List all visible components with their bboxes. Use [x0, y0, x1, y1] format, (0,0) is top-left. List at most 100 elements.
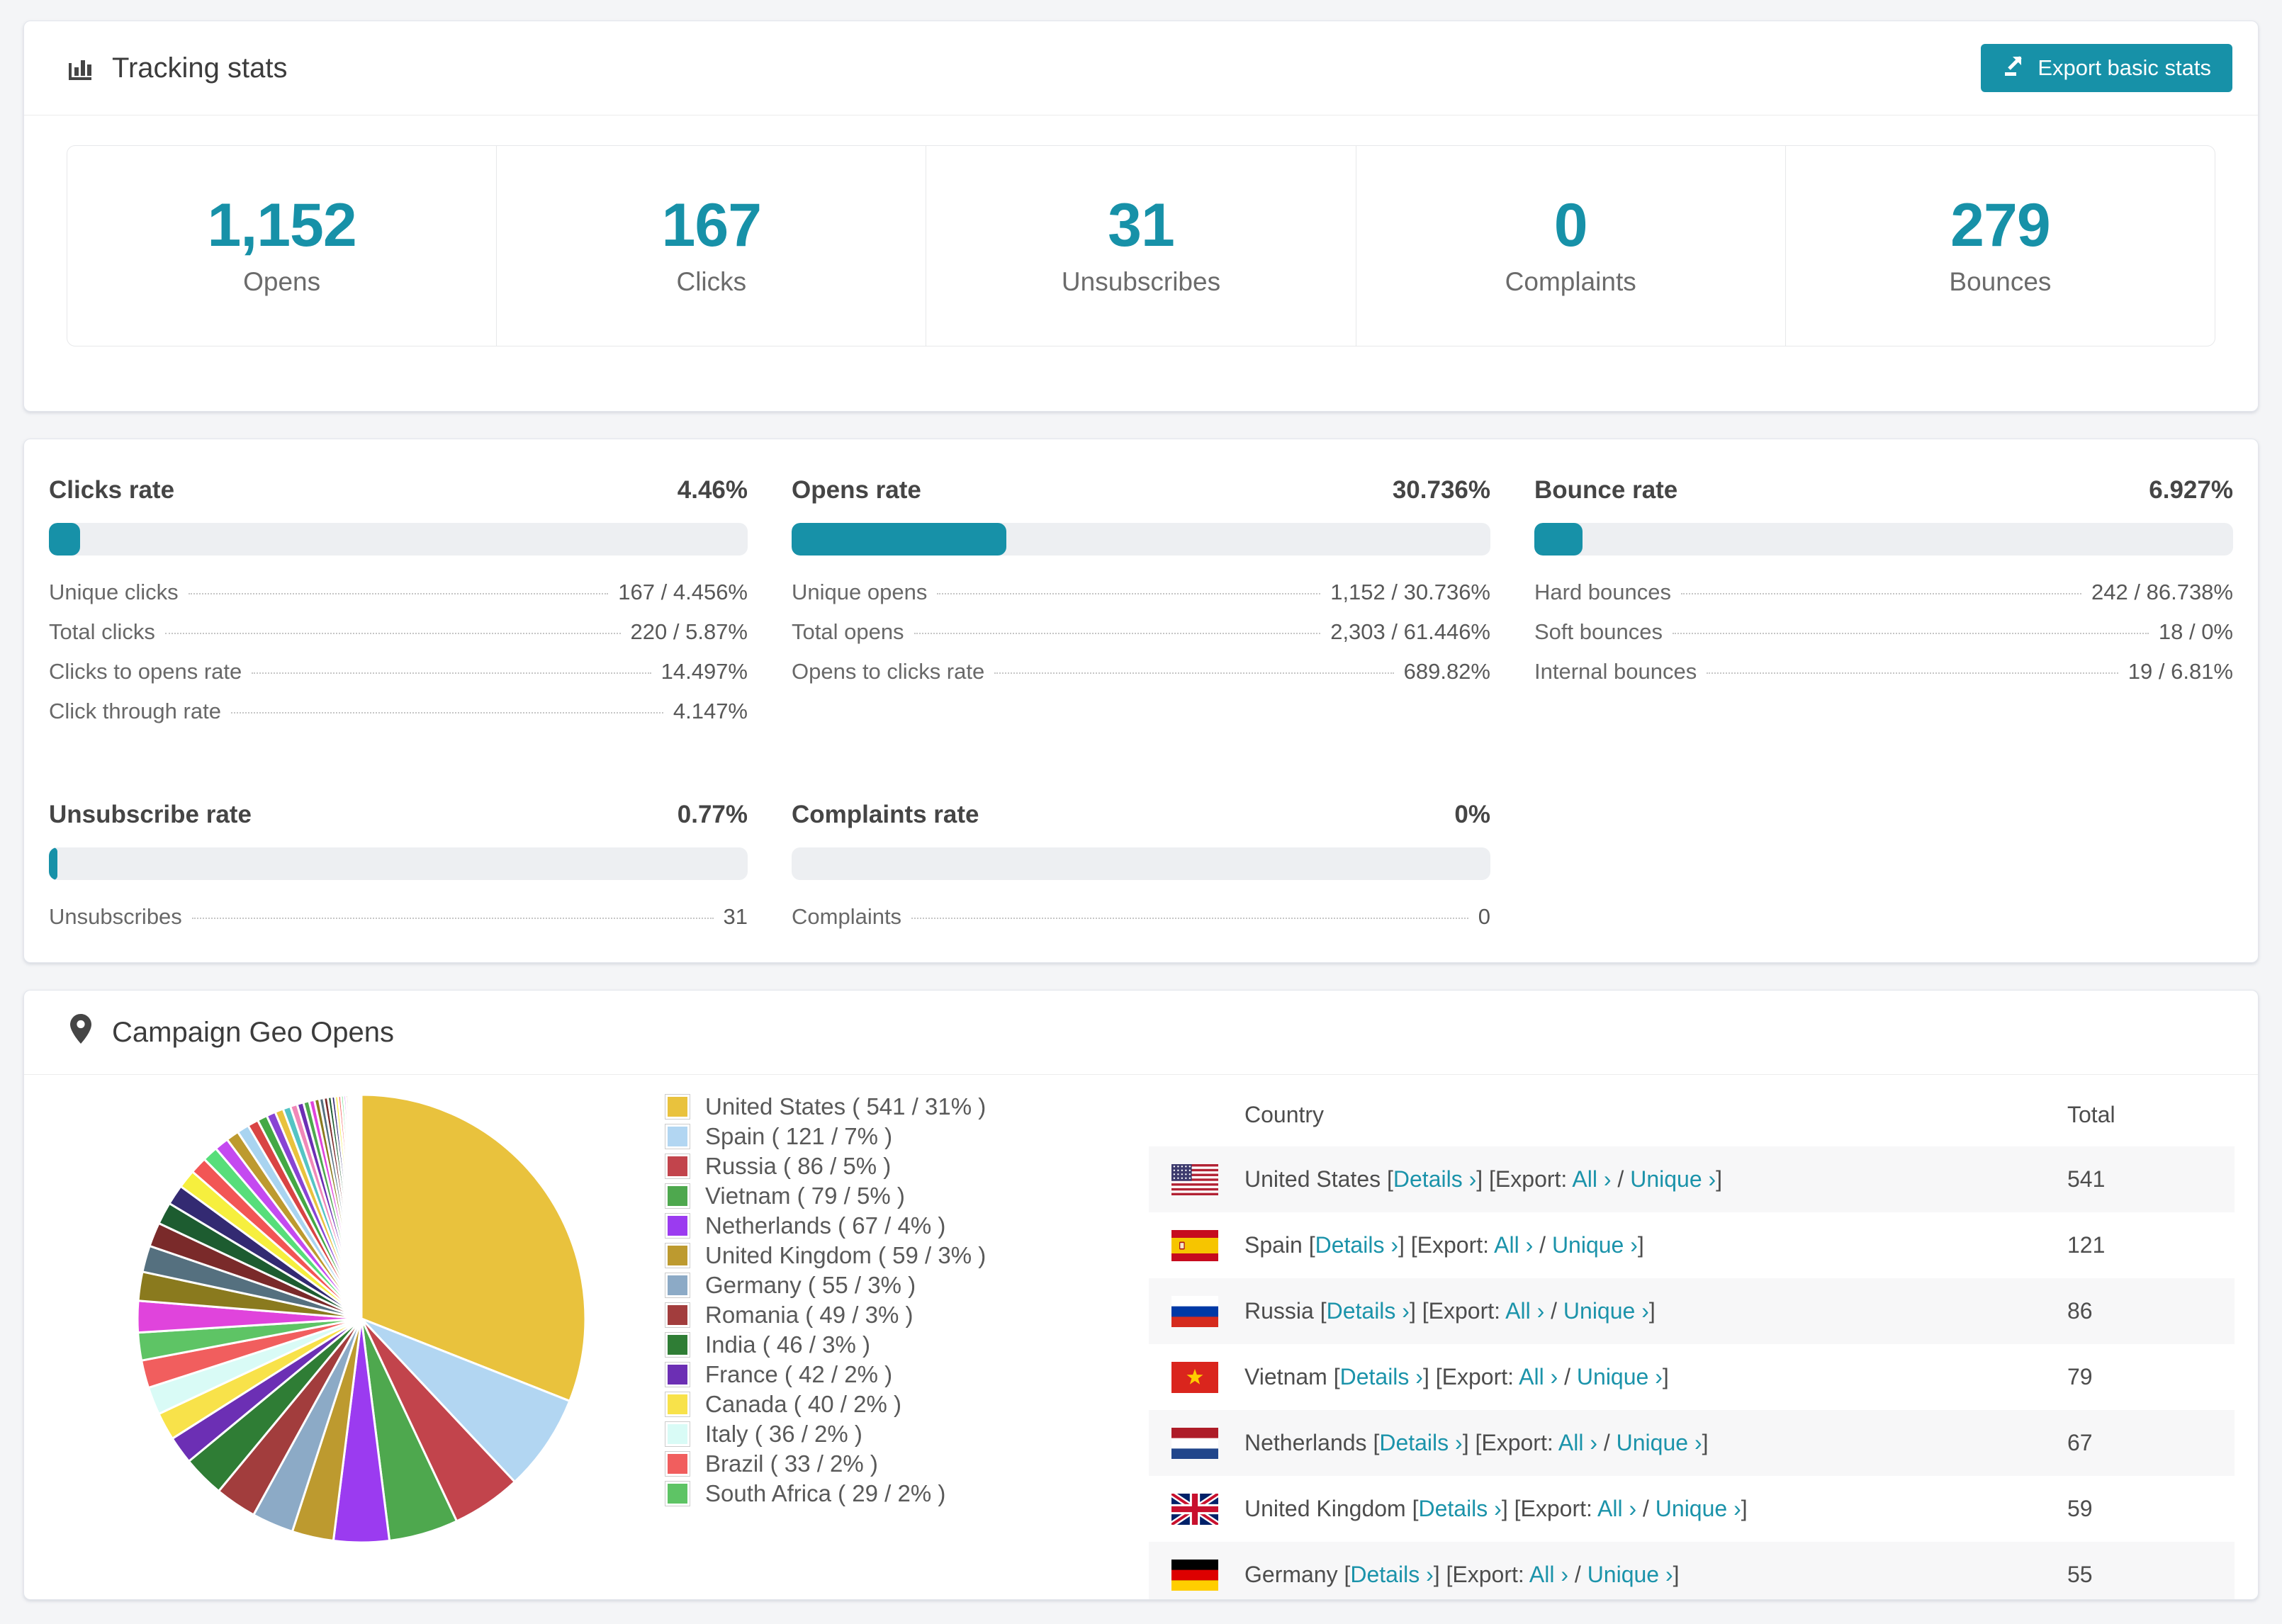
export-all-link[interactable]: All › [1505, 1298, 1544, 1324]
legend-item-india[interactable]: India ( 46 / 3% ) [665, 1330, 986, 1360]
legend-item-brazil[interactable]: Brazil ( 33 / 2% ) [665, 1449, 986, 1479]
export-unique-link[interactable]: Unique › [1577, 1364, 1663, 1389]
legend-item-united-states[interactable]: United States ( 541 / 31% ) [665, 1092, 986, 1122]
legend-label: India ( 46 / 3% ) [705, 1331, 870, 1358]
rate-block-bounce-rate: Bounce rate 6.927% Hard bounces 242 / 86.73… [1534, 476, 2233, 738]
dotted-leader [994, 672, 1394, 674]
legend-swatch [665, 1184, 690, 1208]
rates-grid: Clicks rate 4.46% Unique clicks 167 / 4.456… [24, 439, 2258, 944]
legend-item-united-kingdom[interactable]: United Kingdom ( 59 / 3% ) [665, 1241, 986, 1270]
legend-label: United States ( 541 / 31% ) [705, 1093, 987, 1120]
legend-label: United Kingdom ( 59 / 3% ) [705, 1242, 987, 1268]
details-link[interactable]: Details › [1418, 1496, 1501, 1521]
country-name: Netherlands [1244, 1430, 1373, 1455]
legend-label: Russia ( 86 / 5% ) [705, 1153, 892, 1179]
geo-table-row-russia: Russia [Details ›] [Export: All › / Uniq… [1149, 1278, 2235, 1344]
es-flag-icon [1171, 1229, 1218, 1261]
rate-block-complaints-rate: Complaints rate 0% Complaints 0 [792, 801, 1490, 944]
details-link[interactable]: Details › [1393, 1166, 1476, 1192]
total-value: 55 [2067, 1562, 2093, 1587]
dotted-leader [1707, 672, 2118, 674]
country-name: United Kingdom [1244, 1496, 1412, 1521]
rate-value: 6.927% [2149, 476, 2233, 504]
dotted-leader [164, 633, 621, 634]
progress-bar-fill [49, 847, 57, 880]
export-unique-link[interactable]: Unique › [1656, 1496, 1741, 1521]
details-link[interactable]: Details › [1327, 1298, 1410, 1324]
total-value: 59 [2067, 1496, 2093, 1521]
export-all-link[interactable]: All › [1597, 1496, 1636, 1521]
export-basic-stats-button[interactable]: Export basic stats [1981, 44, 2232, 92]
stat-complaints: 0 Complaints [1356, 146, 1786, 346]
rate-detail-row: Unique opens 1,152 / 30.736% [792, 580, 1490, 604]
dotted-leader [937, 593, 1321, 594]
rate-detail-row: Internal bounces 19 / 6.81% [1534, 659, 2233, 684]
legend-label: Netherlands ( 67 / 4% ) [705, 1212, 946, 1239]
geo-header: Campaign Geo Opens [24, 991, 2258, 1075]
stat-value: 167 [661, 191, 762, 259]
stat-label: Bounces [1949, 267, 2052, 296]
stat-bounces: 279 Bounces [1786, 146, 2215, 346]
export-unique-link[interactable]: Unique › [1552, 1232, 1638, 1258]
details-link[interactable]: Details › [1340, 1364, 1423, 1389]
summary-stats-row: 1,152 Opens 167 Clicks 31 Unsubscribes 0 Compla… [67, 145, 2215, 346]
legend-item-canada[interactable]: Canada ( 40 / 2% ) [665, 1389, 986, 1419]
rate-block-clicks-rate: Clicks rate 4.46% Unique clicks 167 / 4.456… [49, 476, 748, 738]
progress-bar [1534, 523, 2233, 556]
gb-flag-icon [1171, 1493, 1218, 1525]
legend-item-romania[interactable]: Romania ( 49 / 3% ) [665, 1300, 986, 1330]
geo-table-row-netherlands: Netherlands [Details ›] [Export: All › /… [1149, 1410, 2235, 1476]
export-icon [2002, 53, 2026, 83]
export-unique-link[interactable]: Unique › [1630, 1166, 1716, 1192]
dotted-leader [191, 918, 714, 919]
geo-table-row-germany: Germany [Details ›] [Export: All › / Uni… [1149, 1542, 2235, 1599]
rate-block-unsubscribe-rate: Unsubscribe rate 0.77% Unsubscribes 31 [49, 801, 748, 944]
export-all-link[interactable]: All › [1519, 1364, 1558, 1389]
stat-label: Unsubscribes [1061, 267, 1221, 296]
legend-swatch [665, 1392, 690, 1416]
rate-title: Clicks rate [49, 476, 175, 504]
export-all-link[interactable]: All › [1529, 1562, 1568, 1587]
dotted-leader [914, 633, 1321, 634]
geo-table-row-vietnam: Vietnam [Details ›] [Export: All › / Uni… [1149, 1344, 2235, 1410]
legend-item-vietnam[interactable]: Vietnam ( 79 / 5% ) [665, 1181, 986, 1211]
export-all-link[interactable]: All › [1494, 1232, 1533, 1258]
legend-item-spain[interactable]: Spain ( 121 / 7% ) [665, 1122, 986, 1151]
geo-table-header: Country Total [1149, 1083, 2235, 1146]
legend-label: Germany ( 55 / 3% ) [705, 1272, 916, 1298]
country-name: United States [1244, 1166, 1387, 1192]
tracking-stats-card: Tracking stats Export basic stats 1,152 O… [23, 21, 2259, 412]
progress-bar [792, 847, 1490, 880]
legend-item-south-africa[interactable]: South Africa ( 29 / 2% ) [665, 1479, 986, 1509]
rate-value: 4.46% [677, 476, 748, 504]
rate-detail-row: Unsubscribes 31 [49, 904, 748, 929]
de-flag-icon [1171, 1559, 1218, 1591]
rate-detail-row: Soft bounces 18 / 0% [1534, 619, 2233, 644]
legend-label: Brazil ( 33 / 2% ) [705, 1450, 878, 1477]
vn-flag-icon [1171, 1361, 1218, 1393]
geo-title: Campaign Geo Opens [112, 1016, 395, 1048]
progress-bar [792, 523, 1490, 556]
geo-table-row-spain: Spain [Details ›] [Export: All › / Uniqu… [1149, 1212, 2235, 1278]
legend-swatch [665, 1422, 690, 1446]
legend-item-italy[interactable]: Italy ( 36 / 2% ) [665, 1419, 986, 1449]
details-link[interactable]: Details › [1315, 1232, 1398, 1258]
export-all-link[interactable]: All › [1572, 1166, 1611, 1192]
export-unique-link[interactable]: Unique › [1617, 1430, 1702, 1455]
legend-swatch [665, 1124, 690, 1149]
legend-item-germany[interactable]: Germany ( 55 / 3% ) [665, 1270, 986, 1300]
legend-swatch [665, 1273, 690, 1297]
legend-item-russia[interactable]: Russia ( 86 / 5% ) [665, 1151, 986, 1181]
details-link[interactable]: Details › [1379, 1430, 1462, 1455]
export-all-link[interactable]: All › [1558, 1430, 1597, 1455]
export-unique-link[interactable]: Unique › [1563, 1298, 1649, 1324]
legend-item-netherlands[interactable]: Netherlands ( 67 / 4% ) [665, 1211, 986, 1241]
export-unique-link[interactable]: Unique › [1587, 1562, 1673, 1587]
progress-bar [49, 523, 748, 556]
total-value: 121 [2067, 1232, 2106, 1258]
geo-pie-chart[interactable] [120, 1078, 602, 1560]
bar-chart-icon [65, 53, 95, 83]
details-link[interactable]: Details › [1350, 1562, 1433, 1587]
legend-swatch [665, 1333, 690, 1357]
legend-item-france[interactable]: France ( 42 / 2% ) [665, 1360, 986, 1389]
